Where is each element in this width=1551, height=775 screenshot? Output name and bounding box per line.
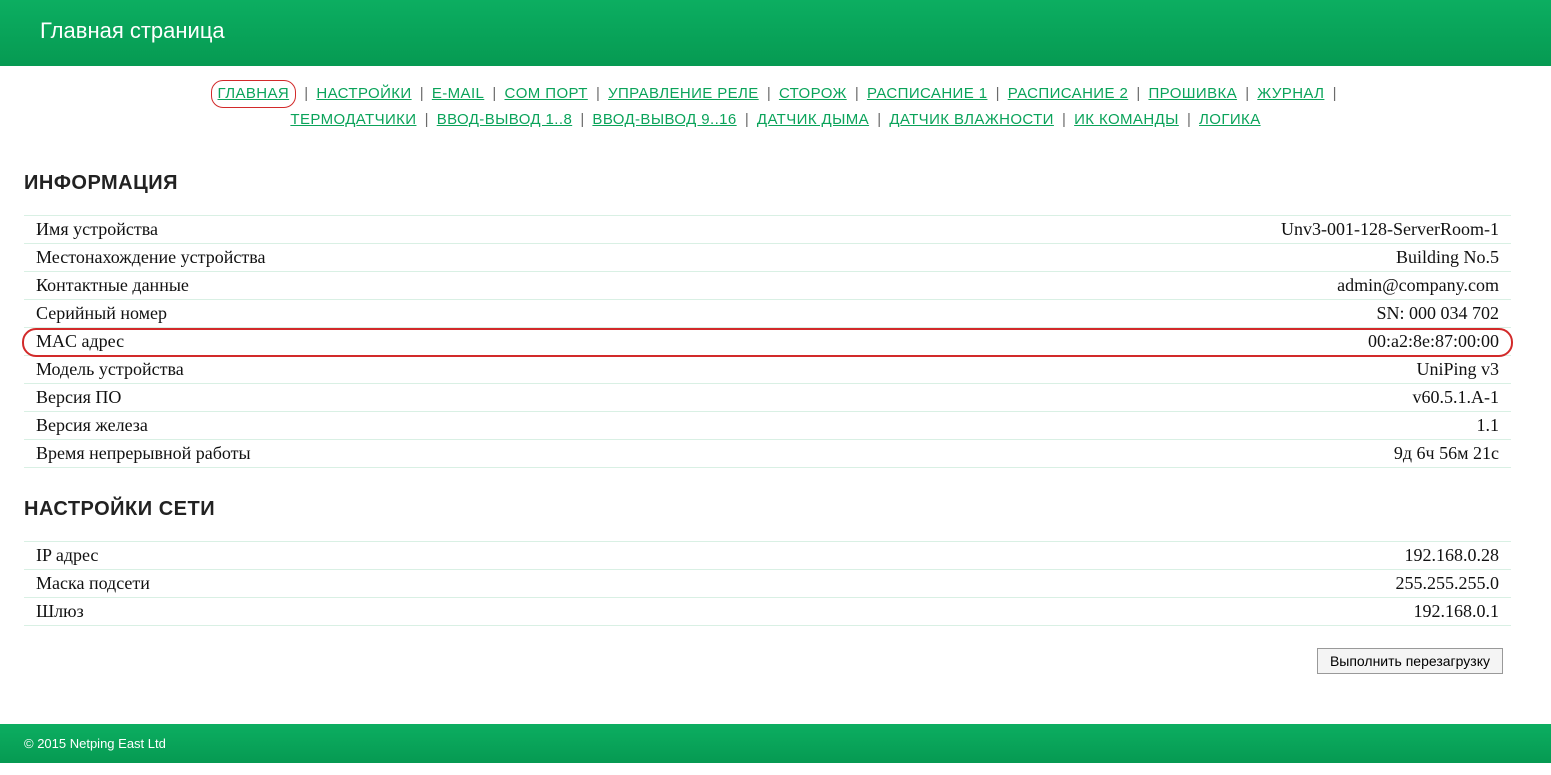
table-row: Маска подсети255.255.255.0 [24, 570, 1511, 598]
table-row: Имя устройстваUnv3-001-128-ServerRoom-1 [24, 216, 1511, 244]
table-row: MAC адрес00:a2:8e:87:00:00 [24, 328, 1511, 356]
table-row: Серийный номерSN: 000 034 702 [24, 300, 1511, 328]
table-row: Контактные данныеadmin@company.com [24, 272, 1511, 300]
nav-highlight-ring: ГЛАВНАЯ [211, 80, 297, 108]
section-title-info: ИНФОРМАЦИЯ [24, 172, 1511, 195]
nav-separator: | [1324, 85, 1340, 102]
nav-link[interactable]: ИК КОМАНДЫ [1074, 111, 1179, 128]
nav-separator: | [588, 85, 608, 102]
nav-separator: | [296, 85, 316, 102]
row-label: Маска подсети [24, 570, 798, 598]
table-row: Шлюз192.168.0.1 [24, 598, 1511, 626]
nav-separator: | [1128, 85, 1148, 102]
row-label: IP адрес [24, 542, 798, 570]
row-label: Модель устройства [24, 356, 785, 384]
row-value: 9д 6ч 56м 21с [785, 440, 1511, 468]
page-footer: © 2015 Netping East Ltd [0, 724, 1551, 763]
nav-separator: | [484, 85, 504, 102]
row-label: MAC адрес [24, 328, 785, 356]
nav-separator: | [847, 85, 867, 102]
row-value: admin@company.com [785, 272, 1511, 300]
nav-separator: | [737, 111, 757, 128]
nav-link[interactable]: ЛОГИКА [1199, 111, 1261, 128]
row-label: Версия ПО [24, 384, 785, 412]
nav-separator: | [1237, 85, 1257, 102]
row-label: Серийный номер [24, 300, 785, 328]
nav-link[interactable]: ВВОД-ВЫВОД 1..8 [437, 111, 572, 128]
row-value: 192.168.0.1 [798, 598, 1511, 626]
nav-link[interactable]: СТОРОЖ [779, 85, 847, 102]
row-label: Контактные данные [24, 272, 785, 300]
nav-separator: | [759, 85, 779, 102]
row-value: v60.5.1.A-1 [785, 384, 1511, 412]
nav-link[interactable]: COM ПОРТ [505, 85, 588, 102]
nav-link[interactable]: ДАТЧИК ВЛАЖНОСТИ [889, 111, 1054, 128]
row-label: Шлюз [24, 598, 798, 626]
nav-separator: | [1179, 111, 1199, 128]
nav-separator: | [1054, 111, 1074, 128]
nav-separator: | [412, 85, 432, 102]
nav-link[interactable]: ПРОШИВКА [1148, 85, 1237, 102]
nav-link[interactable]: УПРАВЛЕНИЕ РЕЛЕ [608, 85, 759, 102]
main-content: ИНФОРМАЦИЯ Имя устройстваUnv3-001-128-Se… [0, 142, 1551, 694]
table-row: IP адрес192.168.0.28 [24, 542, 1511, 570]
row-value: SN: 000 034 702 [785, 300, 1511, 328]
footer-text: © 2015 Netping East Ltd [24, 736, 166, 751]
nav-separator: | [416, 111, 436, 128]
row-label: Местонахождение устройства [24, 244, 785, 272]
row-value: 255.255.255.0 [798, 570, 1511, 598]
table-row: Версия ПОv60.5.1.A-1 [24, 384, 1511, 412]
nav-link[interactable]: НАСТРОЙКИ [316, 85, 411, 102]
row-value: Unv3-001-128-ServerRoom-1 [785, 216, 1511, 244]
nav-separator: | [987, 85, 1007, 102]
info-table: Имя устройстваUnv3-001-128-ServerRoom-1М… [24, 215, 1511, 468]
nav-separator: | [869, 111, 889, 128]
nav-link[interactable]: ВВОД-ВЫВОД 9..16 [592, 111, 736, 128]
row-label: Имя устройства [24, 216, 785, 244]
row-value: Building No.5 [785, 244, 1511, 272]
nav-link[interactable]: ГЛАВНАЯ [218, 85, 290, 102]
nav-link[interactable]: ЖУРНАЛ [1257, 85, 1324, 102]
row-value: 192.168.0.28 [798, 542, 1511, 570]
nav-link[interactable]: E-MAIL [432, 85, 484, 102]
section-title-net: НАСТРОЙКИ СЕТИ [24, 498, 1511, 521]
net-table: IP адрес192.168.0.28Маска подсети255.255… [24, 541, 1511, 626]
reload-button[interactable]: Выполнить перезагрузку [1317, 648, 1503, 674]
row-label: Версия железа [24, 412, 785, 440]
row-value: UniPing v3 [785, 356, 1511, 384]
table-row: Местонахождение устройстваBuilding No.5 [24, 244, 1511, 272]
table-row: Время непрерывной работы9д 6ч 56м 21с [24, 440, 1511, 468]
nav-link[interactable]: ТЕРМОДАТЧИКИ [290, 111, 416, 128]
row-value: 1.1 [785, 412, 1511, 440]
nav-link[interactable]: ДАТЧИК ДЫМА [757, 111, 869, 128]
nav-separator: | [572, 111, 592, 128]
page-header: Главная страница [0, 0, 1551, 66]
nav-link[interactable]: РАСПИСАНИЕ 2 [1008, 85, 1129, 102]
page-title: Главная страница [40, 18, 225, 43]
nav-link[interactable]: РАСПИСАНИЕ 1 [867, 85, 988, 102]
top-nav: ГЛАВНАЯ | НАСТРОЙКИ | E-MAIL | COM ПОРТ … [0, 66, 1551, 142]
table-row: Модель устройстваUniPing v3 [24, 356, 1511, 384]
button-row: Выполнить перезагрузку [24, 648, 1511, 674]
row-value: 00:a2:8e:87:00:00 [785, 328, 1511, 356]
row-label: Время непрерывной работы [24, 440, 785, 468]
table-row: Версия железа1.1 [24, 412, 1511, 440]
